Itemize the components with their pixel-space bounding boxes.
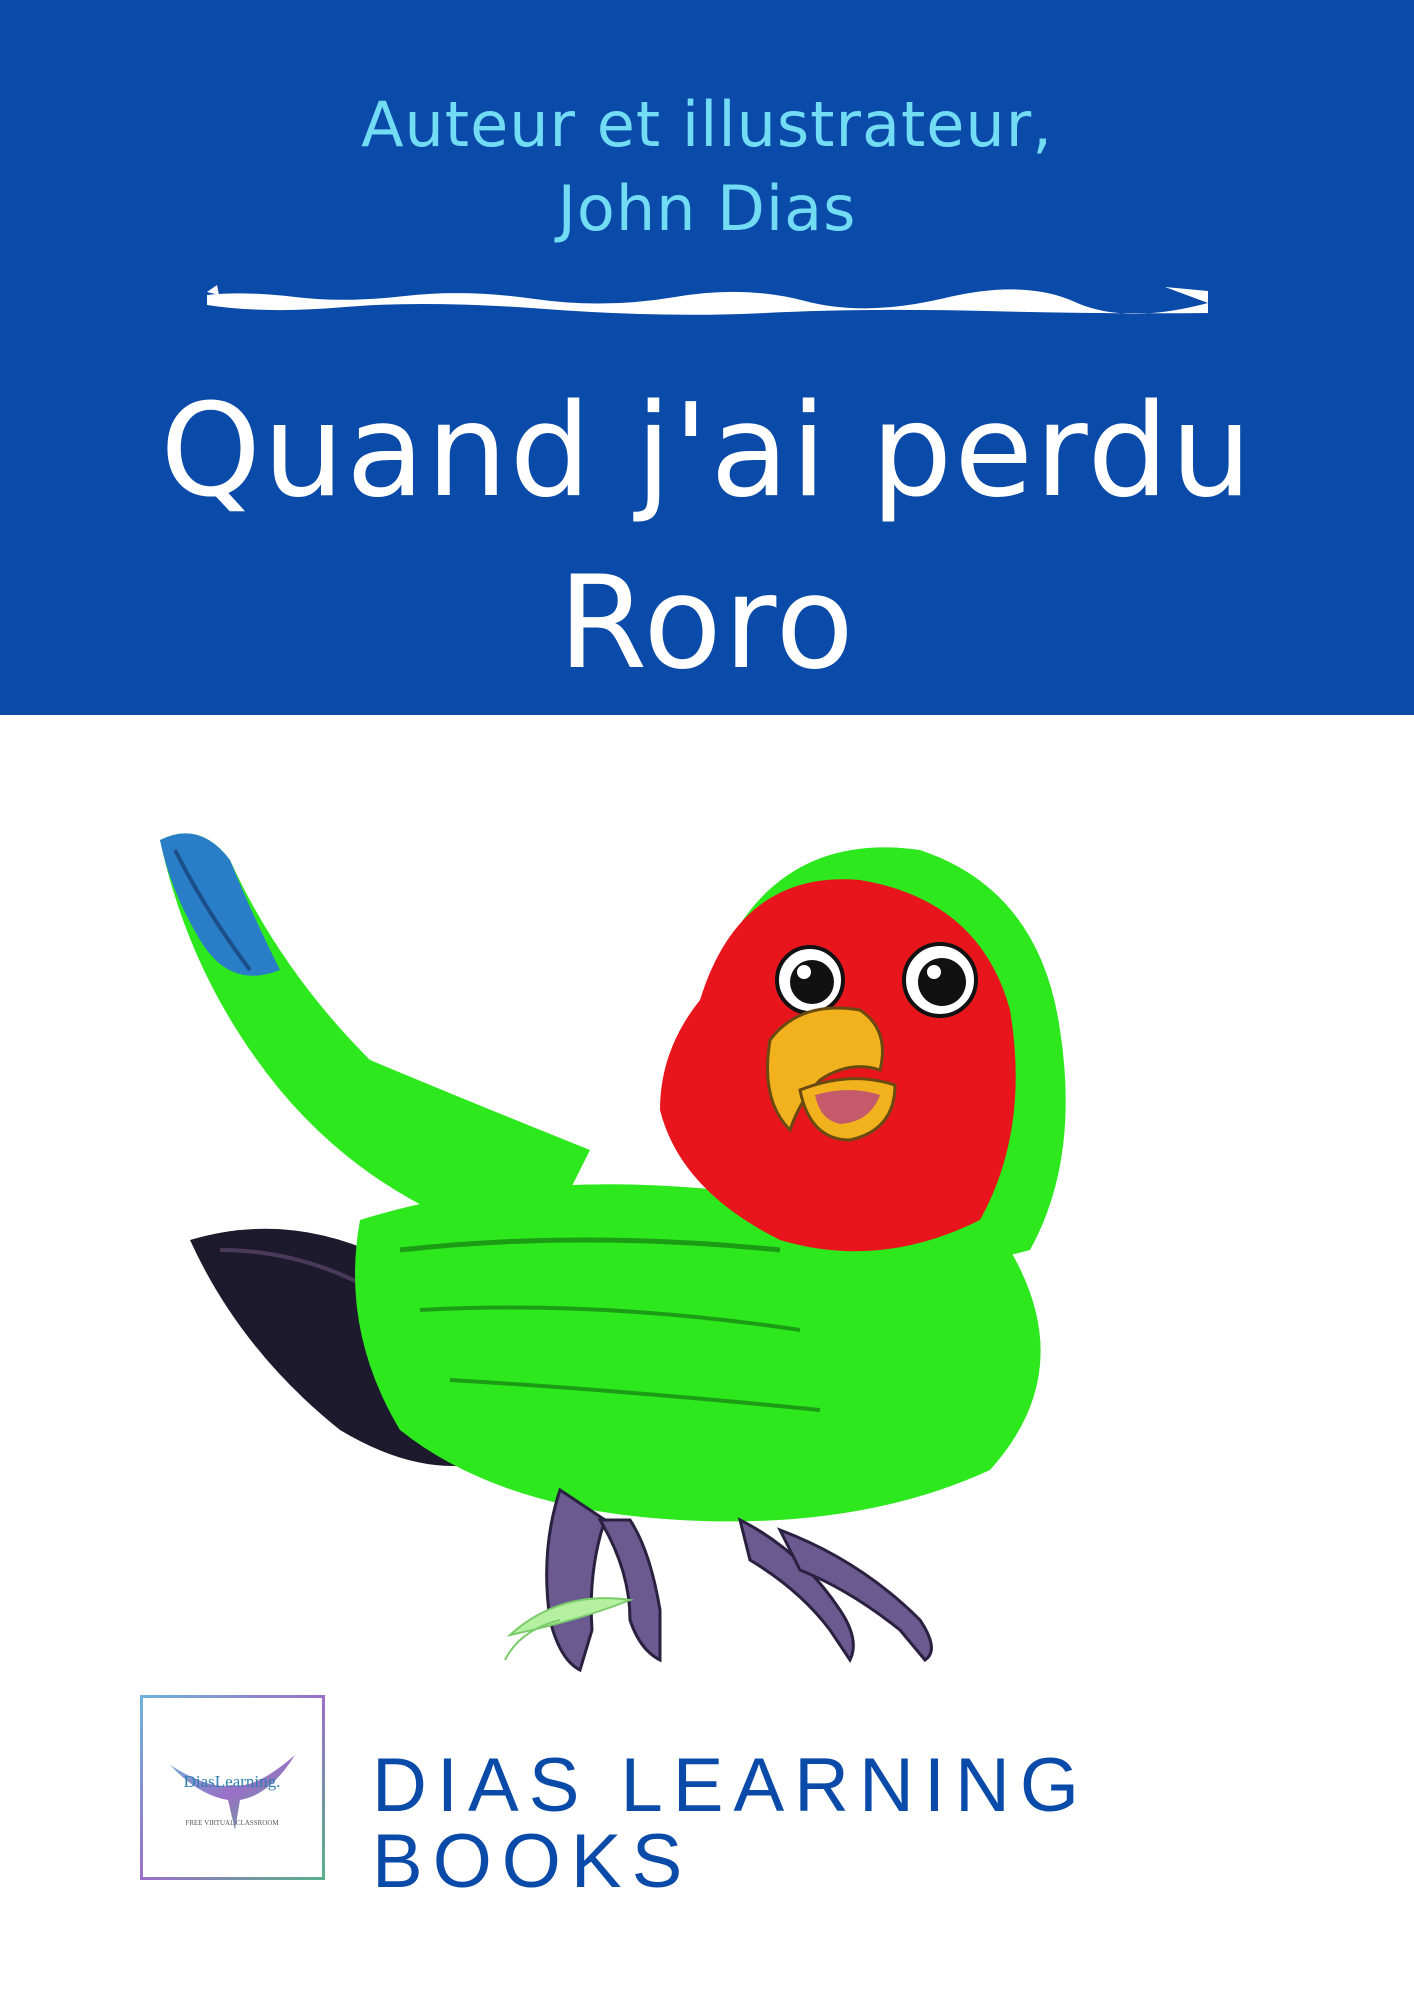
publisher-name: DIAS LEARNING BOOKS bbox=[372, 1743, 1090, 1904]
author-credit: Auteur et illustrateur, bbox=[361, 88, 1053, 161]
book-title-line-2: Roro bbox=[558, 549, 856, 698]
brush-divider bbox=[207, 285, 1208, 315]
logo-tagline: FREE VIRTUAL CLASSROOM bbox=[185, 1819, 279, 1827]
author-name: John Dias bbox=[557, 172, 857, 245]
parrot-illustration bbox=[160, 833, 1066, 1673]
logo-emblem: DiasLearning. FREE VIRTUAL CLASSROOM bbox=[139, 1694, 326, 1881]
publisher-logo: DiasLearning. FREE VIRTUAL CLASSROOM bbox=[139, 1694, 326, 1881]
logo-wordmark: DiasLearning. bbox=[184, 1772, 281, 1791]
book-title-line-1: Quand j'ai perdu bbox=[160, 377, 1254, 526]
